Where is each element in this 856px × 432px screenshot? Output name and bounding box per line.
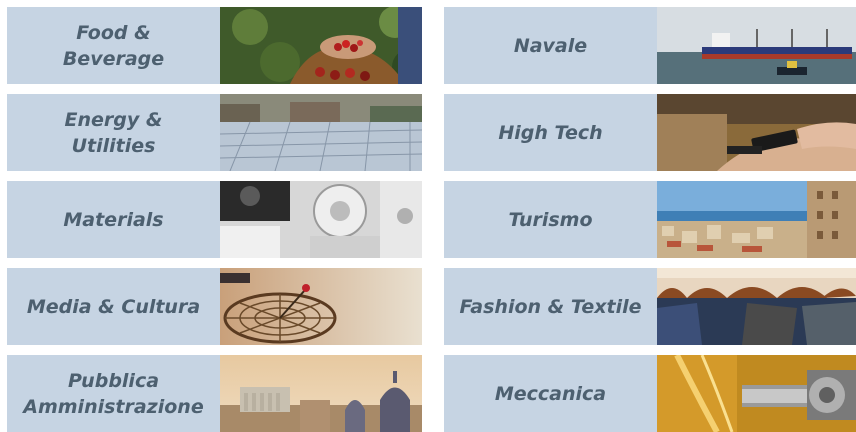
satellite-dish-photo: [220, 268, 422, 345]
tile-turismo[interactable]: Turismo: [444, 181, 856, 258]
rome-skyline-photo: [220, 355, 422, 432]
tile-materials[interactable]: Materials: [7, 181, 422, 258]
tile-label: Energy & Utilities: [7, 94, 220, 171]
coastal-city-photo: [657, 181, 856, 258]
tile-label: Meccanica: [444, 355, 657, 432]
tile-food-beverage[interactable]: Food & Beverage: [7, 7, 422, 84]
tile-high-tech[interactable]: High Tech: [444, 94, 856, 171]
cargo-ship-photo: [657, 7, 856, 84]
tile-label: Fashion & Textile: [444, 268, 657, 345]
tile-navale[interactable]: Navale: [444, 7, 856, 84]
tile-meccanica[interactable]: Meccanica: [444, 355, 856, 432]
tile-label: Media & Cultura: [7, 268, 220, 345]
tile-media-cultura[interactable]: Media & Cultura: [7, 268, 422, 345]
tile-fashion-textile[interactable]: Fashion & Textile: [444, 268, 856, 345]
tile-label: Turismo: [444, 181, 657, 258]
tile-pubblica-amministrazione[interactable]: Pubblica Amministrazione: [7, 355, 422, 432]
industrial-rollers-photo: [220, 181, 422, 258]
tile-energy-utilities[interactable]: Energy & Utilities: [7, 94, 422, 171]
tile-label: Materials: [7, 181, 220, 258]
smartphone-payment-photo: [657, 94, 856, 171]
clothes-hangers-photo: [657, 268, 856, 345]
machining-tool-photo: [657, 355, 856, 432]
coffee-harvest-photo: [220, 7, 422, 84]
sector-grid: Food & Beverage Navale Energy & Utilitie…: [0, 0, 856, 432]
tile-label: High Tech: [444, 94, 657, 171]
solar-panels-photo: [220, 94, 422, 171]
tile-label: Navale: [444, 7, 657, 84]
tile-label: Pubblica Amministrazione: [7, 355, 220, 432]
tile-label: Food & Beverage: [7, 7, 220, 84]
